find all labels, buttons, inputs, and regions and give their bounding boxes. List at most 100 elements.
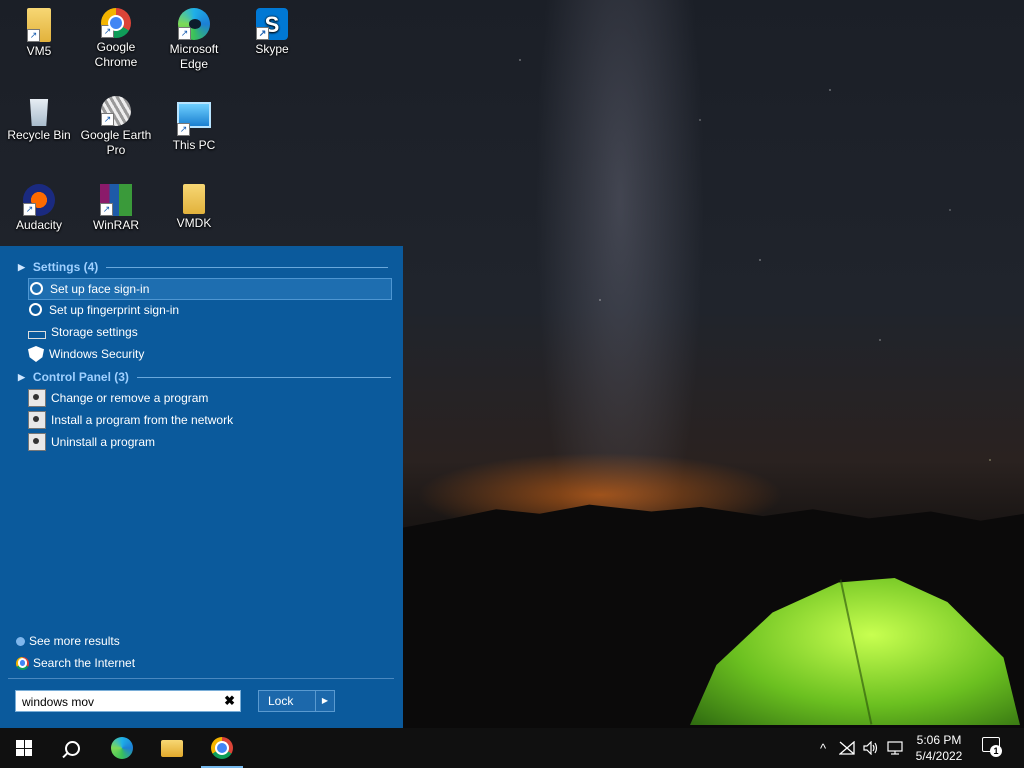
desktop-icon-audacity[interactable]: ↗ Audacity xyxy=(3,184,75,233)
chrome-icon xyxy=(211,737,233,759)
search-input[interactable] xyxy=(20,692,214,712)
desktop-icon-recycle-bin[interactable]: Recycle Bin xyxy=(3,96,75,143)
desktop-icon-label: Recycle Bin xyxy=(7,128,71,142)
panel-divider xyxy=(8,678,394,679)
volume-icon[interactable] xyxy=(860,728,882,768)
section-divider xyxy=(136,376,391,378)
taskbar-chrome[interactable] xyxy=(198,728,246,768)
result-install-program-from-network[interactable]: Install a program from the network xyxy=(28,410,390,430)
result-label: Install a program from the network xyxy=(51,413,234,427)
lock-button[interactable]: Lock ▶ xyxy=(258,690,335,712)
desktop-icon-label: This PC xyxy=(172,138,216,152)
audacity-icon: ↗ xyxy=(23,184,55,216)
section-control-panel-label: Control Panel (3) xyxy=(32,370,129,384)
desktop-icon-skype[interactable]: S ↗ Skype xyxy=(236,8,308,57)
lock-button-label: Lock xyxy=(268,694,294,708)
result-change-or-remove-program[interactable]: Change or remove a program xyxy=(28,388,390,408)
desktop-icon-label: Audacity xyxy=(15,218,63,232)
key-icon xyxy=(29,281,45,297)
result-windows-security[interactable]: Windows Security xyxy=(28,344,390,364)
folder-user-icon: ↗ xyxy=(27,8,51,42)
section-control-panel[interactable]: ▶ Control Panel (3) xyxy=(18,370,391,384)
chrome-icon: ↗ xyxy=(101,8,131,38)
shield-icon xyxy=(28,346,44,362)
clock-time: 5:06 PM xyxy=(916,733,962,747)
expand-triangle-icon: ▶ xyxy=(18,261,25,272)
shortcut-arrow-icon: ↗ xyxy=(178,27,191,40)
key-icon xyxy=(28,302,44,318)
start-button[interactable] xyxy=(0,728,48,768)
result-label: Storage settings xyxy=(51,325,138,339)
file-explorer-icon xyxy=(161,739,183,757)
result-label: Set up face sign-in xyxy=(50,282,150,296)
start-search-panel: ▶ Settings (4) Set up face sign-in Set u… xyxy=(0,246,403,728)
search-the-internet-link[interactable]: Search the Internet xyxy=(16,656,135,670)
search-the-internet-label: Search the Internet xyxy=(33,656,136,670)
shortcut-arrow-icon: ↗ xyxy=(100,203,113,216)
section-settings-label: Settings (4) xyxy=(32,260,99,274)
desktop-icon-label: VMDK xyxy=(176,216,212,230)
expand-triangle-icon: ▶ xyxy=(18,371,25,382)
desktop-icon-label: WinRAR xyxy=(92,218,139,232)
search-icon xyxy=(16,636,25,646)
network-icon[interactable] xyxy=(884,728,906,768)
clear-search-icon[interactable]: ✖ xyxy=(224,693,235,709)
taskbar-edge[interactable] xyxy=(98,728,146,768)
desktop-icon-vm5[interactable]: ↗ VM5 xyxy=(3,8,75,59)
shortcut-arrow-icon: ↗ xyxy=(101,113,114,126)
control-panel-icon xyxy=(28,411,46,429)
desktop-icon-label: Microsoft Edge xyxy=(169,42,219,71)
lock-options-arrow-icon[interactable]: ▶ xyxy=(315,691,334,711)
edge-icon xyxy=(111,737,133,759)
search-box[interactable]: ✖ xyxy=(15,690,241,712)
taskbar-clock[interactable]: 5:06 PM 5/4/2022 xyxy=(906,732,972,764)
shortcut-arrow-icon: ↗ xyxy=(256,27,269,40)
result-label: Windows Security xyxy=(49,347,145,361)
desktop-icon-label: Skype xyxy=(255,42,289,56)
winrar-icon: ↗ xyxy=(100,184,132,216)
windows-logo-icon xyxy=(16,740,32,756)
result-label: Change or remove a program xyxy=(51,391,209,405)
see-more-results-link[interactable]: See more results xyxy=(16,634,120,648)
section-divider xyxy=(106,266,389,268)
search-icon xyxy=(64,740,80,756)
notification-count-badge: 1 xyxy=(990,745,1002,757)
result-set-up-face-sign-in[interactable]: Set up face sign-in xyxy=(28,278,392,300)
section-settings[interactable]: ▶ Settings (4) xyxy=(18,260,389,274)
recycle-bin-icon xyxy=(29,99,49,126)
result-set-up-fingerprint-sign-in[interactable]: Set up fingerprint sign-in xyxy=(28,300,390,320)
shortcut-arrow-icon: ↗ xyxy=(23,203,36,216)
control-panel-icon xyxy=(28,389,46,407)
desktop-icon-google-chrome[interactable]: ↗ Google Chrome xyxy=(80,8,152,70)
desktop-icon-label: VM5 xyxy=(26,44,52,58)
this-pc-icon: ↗ xyxy=(177,102,211,136)
clock-date: 5/4/2022 xyxy=(915,749,963,763)
desktop-icon-vmdk[interactable]: VMDK xyxy=(158,184,230,231)
network-offline-icon[interactable] xyxy=(836,728,858,768)
shortcut-arrow-icon: ↗ xyxy=(27,29,40,42)
see-more-results-label: See more results xyxy=(29,634,120,648)
result-label: Uninstall a program xyxy=(51,435,156,449)
drive-icon xyxy=(28,330,46,339)
shortcut-arrow-icon: ↗ xyxy=(177,123,190,136)
result-storage-settings[interactable]: Storage settings xyxy=(28,322,390,342)
desktop-icon-winrar[interactable]: ↗ WinRAR xyxy=(80,184,152,233)
control-panel-icon xyxy=(28,433,46,451)
desktop-icon-google-earth-pro[interactable]: ↗ Google Earth Pro xyxy=(80,96,152,158)
edge-icon: ↗ xyxy=(178,8,210,40)
shortcut-arrow-icon: ↗ xyxy=(101,25,114,38)
taskbar-search-button[interactable] xyxy=(48,728,96,768)
folder-icon xyxy=(183,184,205,214)
action-center-button[interactable]: 1 xyxy=(982,737,1002,757)
result-label: Set up fingerprint sign-in xyxy=(49,303,180,317)
result-uninstall-program[interactable]: Uninstall a program xyxy=(28,432,390,452)
desktop-icon-this-pc[interactable]: ↗ This PC xyxy=(158,96,230,153)
desktop-icon-label: Google Chrome xyxy=(94,40,138,69)
taskbar: ^ 5:06 PM 5/4/2022 1 xyxy=(0,728,1024,768)
taskbar-file-explorer[interactable] xyxy=(148,728,196,768)
google-earth-icon: ↗ xyxy=(101,96,131,126)
skype-icon: S ↗ xyxy=(256,8,288,40)
desktop-icon-microsoft-edge[interactable]: ↗ Microsoft Edge xyxy=(158,8,230,72)
tray-show-hidden-icons[interactable]: ^ xyxy=(812,728,834,768)
chrome-icon xyxy=(16,656,29,670)
